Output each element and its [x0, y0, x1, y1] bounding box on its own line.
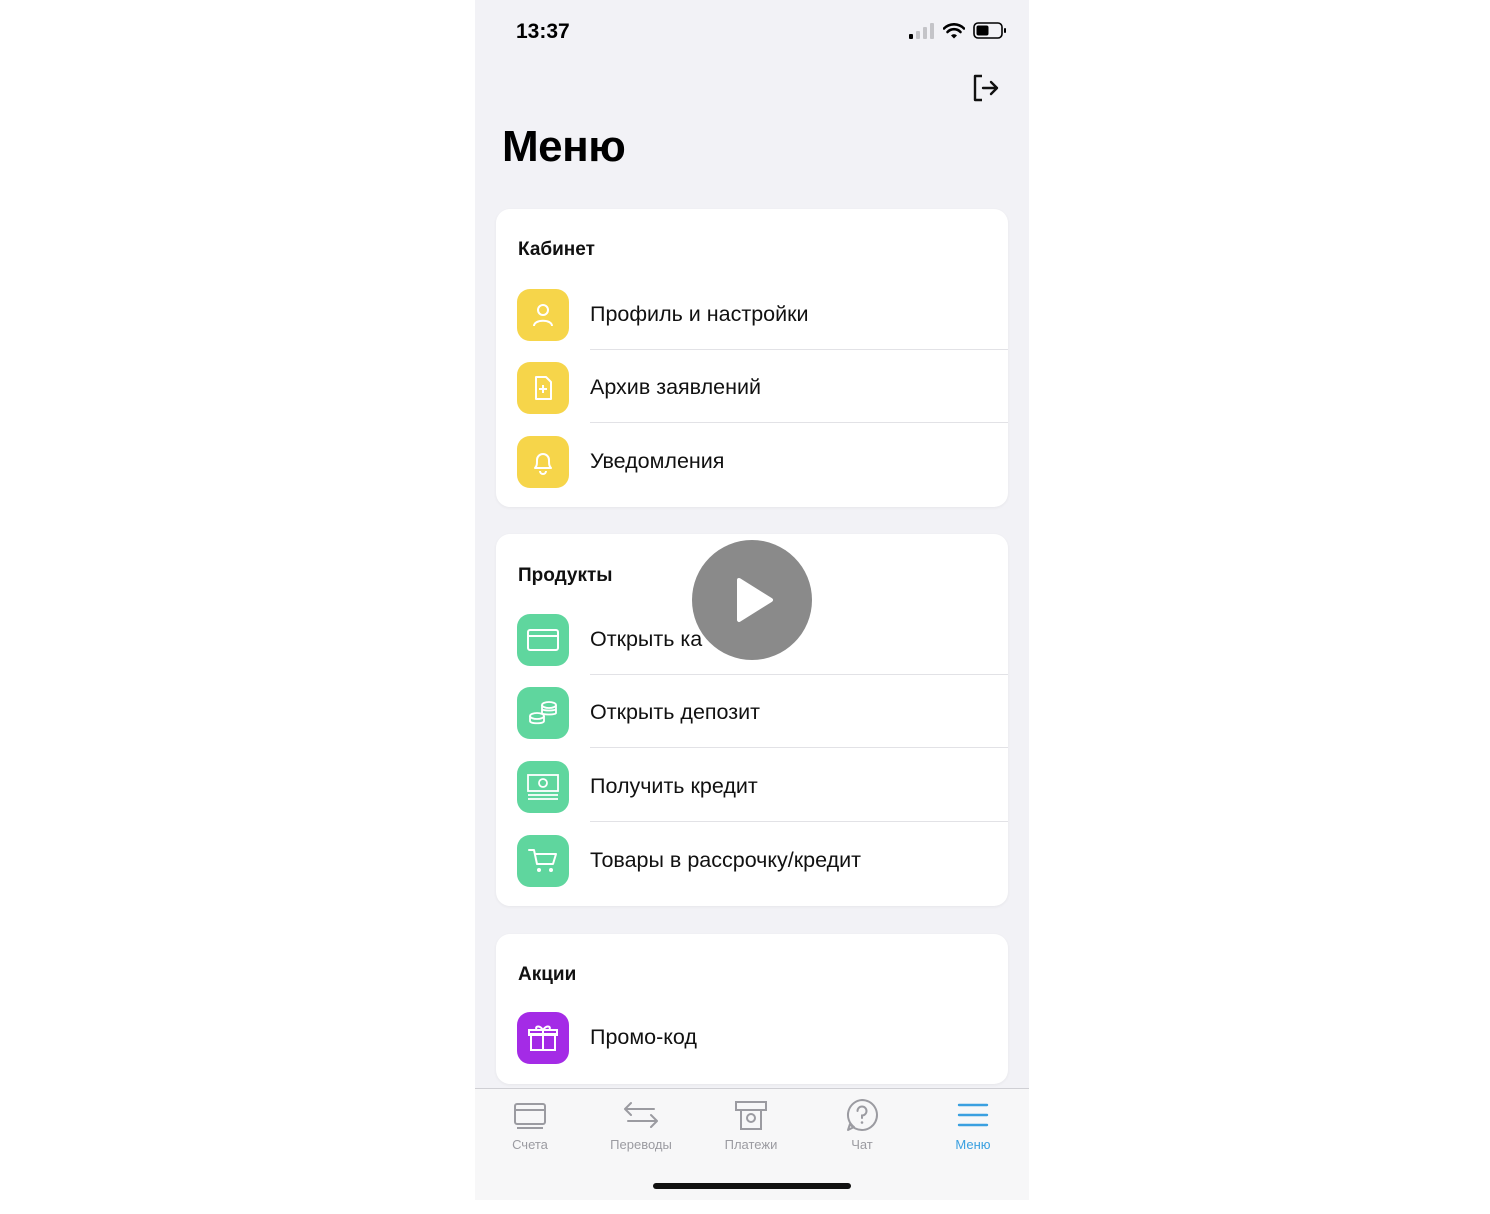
- payments-icon: [735, 1101, 767, 1130]
- section-title: Кабинет: [518, 239, 595, 260]
- tab-label: Платежи: [724, 1137, 778, 1152]
- section-promotions: Акции Промо-код: [496, 934, 1008, 1084]
- tab-label: Переводы: [610, 1137, 672, 1152]
- tab-accounts[interactable]: Счета: [480, 1097, 580, 1152]
- transfer-arrows-icon: [624, 1102, 658, 1128]
- menu-item-label: Открыть депозит: [590, 700, 760, 724]
- phone-screen: 13:37 Меню Кабинет Профиль и настройки А…: [475, 0, 1029, 1200]
- banknote-icon: [517, 761, 569, 813]
- signal-icon: [909, 22, 934, 39]
- play-button[interactable]: [692, 540, 812, 660]
- battery-icon: [973, 22, 1006, 39]
- tab-chat[interactable]: Чат: [812, 1097, 912, 1152]
- menu-item-archive[interactable]: Архив заявлений: [496, 349, 1008, 423]
- menu-item-label: Товары в рассрочку/кредит: [590, 848, 862, 872]
- tab-label: Счета: [512, 1137, 548, 1152]
- section-title: Акции: [518, 964, 577, 985]
- menu-item-label: Уведомления: [590, 449, 725, 473]
- menu-item-label: Профиль и настройки: [590, 302, 809, 326]
- card-icon: [517, 614, 569, 666]
- tab-payments[interactable]: Платежи: [701, 1097, 801, 1152]
- person-icon: [517, 289, 569, 341]
- menu-item-promo-code[interactable]: Промо-код: [496, 999, 1008, 1073]
- section-cabinet: Кабинет Профиль и настройки Архив заявле…: [496, 209, 1008, 507]
- menu-item-label: Промо-код: [590, 1025, 697, 1049]
- menu-item-label: Открыть ка: [590, 627, 703, 651]
- wifi-icon: [943, 22, 965, 38]
- menu-item-label: Архив заявлений: [590, 375, 761, 399]
- cart-icon: [517, 835, 569, 887]
- menu-item-label: Получить кредит: [590, 774, 758, 798]
- tab-label: Меню: [955, 1137, 991, 1152]
- menu-item-notifications[interactable]: Уведомления: [496, 423, 1008, 497]
- menu-item-get-credit[interactable]: Получить кредит: [496, 748, 1008, 822]
- play-icon: [737, 578, 773, 622]
- menu-item-installments[interactable]: Товары в рассрочку/кредит: [496, 822, 1008, 896]
- status-time: 13:37: [516, 20, 570, 43]
- accounts-icon: [514, 1103, 546, 1129]
- bell-icon: [517, 436, 569, 488]
- gift-icon: [517, 1012, 569, 1064]
- tab-label: Чат: [851, 1137, 873, 1152]
- section-title: Продукты: [518, 565, 613, 586]
- coins-icon: [517, 687, 569, 739]
- page-title: Меню: [502, 122, 626, 171]
- status-icons: [909, 22, 1007, 39]
- document-icon: [517, 362, 569, 414]
- menu-item-open-deposit[interactable]: Открыть депозит: [496, 674, 1008, 748]
- chat-question-icon: [847, 1099, 878, 1131]
- menu-item-profile[interactable]: Профиль и настройки: [496, 276, 1008, 350]
- logout-icon[interactable]: [971, 72, 1001, 104]
- home-indicator: [653, 1183, 851, 1189]
- tab-menu[interactable]: Меню: [923, 1097, 1023, 1152]
- tab-transfers[interactable]: Переводы: [591, 1097, 691, 1152]
- menu-icon: [957, 1103, 989, 1127]
